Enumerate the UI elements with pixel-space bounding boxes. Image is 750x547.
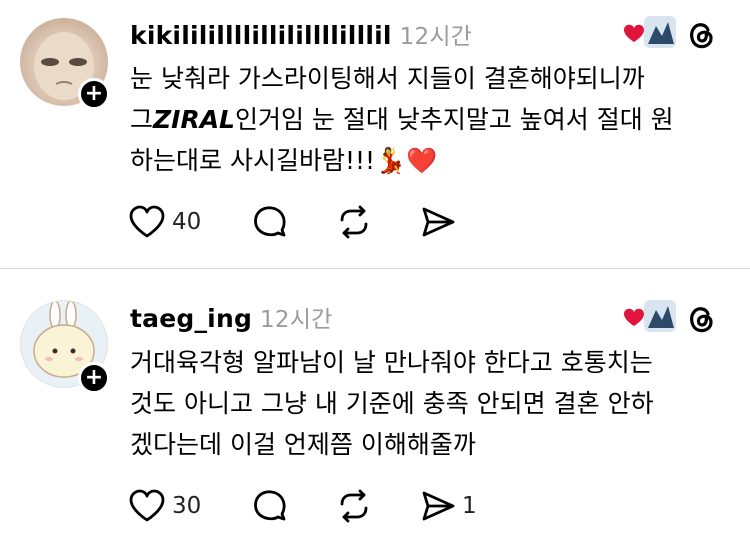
send-icon bbox=[422, 491, 455, 521]
repost-icon bbox=[340, 489, 368, 523]
heart-outline-icon bbox=[129, 489, 165, 522]
comment-post: + taeg_ing 12시간 거대육각형 알파남이 날 만나줘야 한다고 호통치… bbox=[0, 270, 750, 547]
emoji: 💃❤️ bbox=[375, 146, 438, 175]
threads-logo-icon[interactable] bbox=[684, 18, 718, 52]
heart-badge-icon bbox=[624, 300, 676, 332]
reply-bubble-icon bbox=[254, 206, 286, 237]
share-count: 1 bbox=[462, 493, 477, 519]
like-button[interactable]: 40 bbox=[128, 202, 201, 242]
share-button[interactable] bbox=[420, 202, 462, 242]
share-button[interactable]: 1 bbox=[420, 486, 477, 526]
like-button[interactable]: 30 bbox=[128, 486, 201, 526]
send-icon bbox=[422, 207, 455, 237]
username[interactable]: kikililillllillilillllilllil 12시간 bbox=[130, 17, 472, 51]
reply-button[interactable] bbox=[252, 486, 288, 526]
text-fragment: 인거임 눈 절대 낮추지말고 높여서 절대 원 bbox=[234, 105, 674, 134]
timestamp: 12시간 bbox=[260, 307, 333, 333]
text-fragment: 그 bbox=[130, 105, 154, 134]
follow-plus-icon[interactable]: + bbox=[78, 362, 110, 394]
comment-body: 눈 낮춰라 가스라이팅해서 지들이 결혼해야되니까 그ZIRAL인거임 눈 절대… bbox=[130, 58, 730, 181]
threads-logo-icon[interactable] bbox=[684, 302, 718, 336]
comment-line: 것도 아니고 그냥 내 기준에 충족 안되면 결혼 안하 bbox=[130, 389, 654, 418]
repost-icon bbox=[340, 205, 368, 239]
follow-plus-icon[interactable]: + bbox=[78, 78, 110, 110]
comment-post: + kikililillllillilillllilllil 12시간 눈 낮춰라… bbox=[0, 0, 750, 268]
like-count: 40 bbox=[172, 209, 202, 235]
username-text[interactable]: taeg_ing bbox=[130, 304, 252, 333]
heart-badge-icon bbox=[624, 16, 676, 48]
action-bar: 40 bbox=[128, 202, 628, 242]
user-badges bbox=[622, 14, 680, 50]
comment-line: 거대육각형 알파남이 날 만나줘야 한다고 호통치는 bbox=[130, 348, 653, 377]
username[interactable]: taeg_ing 12시간 bbox=[130, 300, 332, 334]
comment-body: 거대육각형 알파남이 날 만나줘야 한다고 호통치는 것도 아니고 그냥 내 기… bbox=[130, 342, 730, 465]
timestamp: 12시간 bbox=[399, 24, 473, 50]
text-fragment: 하는대로 사시길바람!!! bbox=[130, 146, 376, 175]
repost-button[interactable] bbox=[336, 486, 372, 526]
comment-line: 눈 낮춰라 가스라이팅해서 지들이 결혼해야되니까 bbox=[130, 64, 645, 93]
text-emphasis: ZIRAL bbox=[153, 105, 235, 134]
comment-line: 하는대로 사시길바람!!!💃❤️ bbox=[130, 140, 730, 181]
like-count: 30 bbox=[172, 493, 202, 519]
user-badges bbox=[622, 298, 680, 334]
heart-outline-icon bbox=[129, 205, 165, 238]
comment-line: 겠다는데 이걸 언제쯤 이해해줄까 bbox=[130, 430, 476, 459]
reply-bubble-icon bbox=[254, 490, 286, 521]
action-bar: 30 1 bbox=[128, 486, 628, 526]
comment-line: 그ZIRAL인거임 눈 절대 낮추지말고 높여서 절대 원 bbox=[130, 99, 730, 140]
repost-button[interactable] bbox=[336, 202, 372, 242]
reply-button[interactable] bbox=[252, 202, 288, 242]
username-text[interactable]: kikililillllillilillllilllil bbox=[130, 21, 392, 50]
divider bbox=[0, 268, 750, 269]
